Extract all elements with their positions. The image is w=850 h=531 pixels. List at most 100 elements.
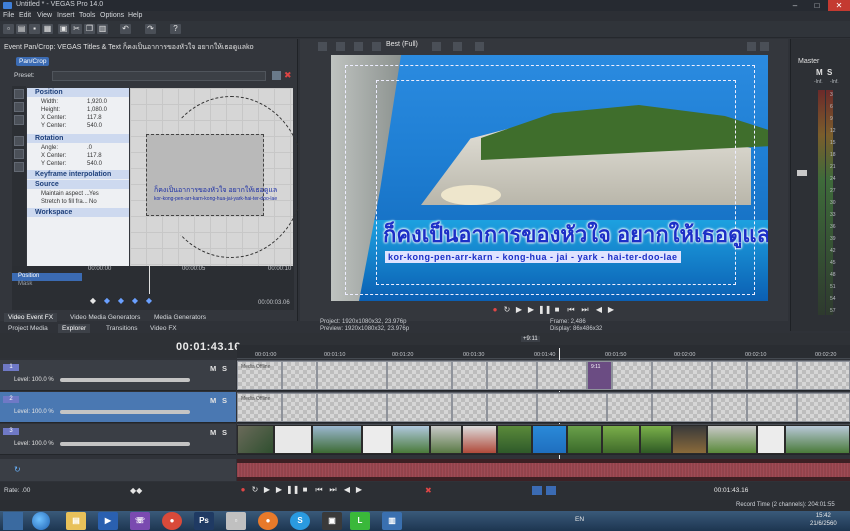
track-header-3[interactable]: 3 Level: 100.0 % M S [0, 424, 236, 455]
tab-video-media-generators[interactable]: Video Media Generators [66, 313, 144, 322]
prop-value[interactable]: 540.0 [87, 160, 102, 168]
snap-grid-icon[interactable] [14, 136, 24, 146]
prop-stretch[interactable]: Stretch to fill fra... No [27, 198, 129, 206]
prop-value[interactable]: 117.8 [87, 152, 102, 160]
go-end-icon[interactable]: ⏭ [580, 305, 590, 314]
zoom-tool-icon[interactable] [14, 115, 24, 125]
timeline-clip[interactable] [652, 361, 712, 390]
save-preset-icon[interactable] [272, 71, 281, 80]
timeline-clip[interactable] [537, 361, 587, 390]
app-icon-3[interactable]: ▥ [382, 512, 402, 530]
tab-project-media[interactable]: Project Media [4, 324, 52, 333]
track-level-slider[interactable] [60, 442, 190, 446]
photo-clip[interactable] [707, 425, 757, 454]
paste-icon[interactable]: ▥ [97, 24, 108, 34]
open-icon[interactable]: ▤ [16, 24, 27, 34]
timeline-clip-selected[interactable]: 9:11 [587, 361, 612, 390]
timeline-ruler[interactable]: 00:01:00 00:01:10 00:01:20 00:01:30 00:0… [237, 345, 850, 359]
photo-clip[interactable] [392, 425, 430, 454]
show-desktop-icon[interactable] [3, 512, 23, 530]
auto-ripple-icon[interactable] [546, 486, 556, 495]
timeline-clip[interactable]: Media Offline [237, 361, 282, 390]
prop-value[interactable]: 540.0 [87, 122, 102, 130]
timeline-clip[interactable] [652, 393, 712, 422]
menu-options[interactable]: Options [100, 12, 124, 19]
menu-help[interactable]: Help [128, 12, 142, 19]
photoshop-icon[interactable]: Ps [194, 512, 214, 530]
timeline-clip[interactable] [487, 361, 537, 390]
section-position[interactable]: Position [27, 88, 129, 97]
track-mute-button[interactable]: M [210, 396, 216, 405]
master-fader[interactable] [797, 170, 807, 176]
timeline-clip[interactable] [452, 393, 487, 422]
track-area-2[interactable]: Media Offline [237, 392, 850, 423]
tab-explorer[interactable]: Explorer [58, 324, 91, 333]
timeline-clip[interactable] [747, 393, 797, 422]
section-source[interactable]: Source [27, 180, 129, 189]
render-icon[interactable]: ▣ [58, 24, 69, 34]
keyframe-timeline[interactable]: Position Mask 00:00:00 00:00:05 00:00:10… [12, 266, 294, 310]
undo-icon[interactable]: ↶ [120, 24, 131, 34]
timeline-clip[interactable] [607, 393, 652, 422]
prop-value[interactable]: No [89, 198, 97, 206]
prop-width[interactable]: Width: 1,920.0 [27, 98, 129, 106]
tab-transitions[interactable]: Transitions [102, 324, 142, 333]
timeline-clip[interactable] [537, 393, 607, 422]
help-icon[interactable]: ? [170, 24, 181, 34]
timeline-clip[interactable] [612, 361, 652, 390]
timeline-clip[interactable] [282, 393, 317, 422]
timeline-clip[interactable] [747, 361, 797, 390]
timeline-clip[interactable] [452, 361, 487, 390]
menu-file[interactable]: File [3, 12, 14, 19]
timeline-clip[interactable] [387, 393, 452, 422]
track-level-slider[interactable] [60, 410, 190, 414]
prop-value[interactable]: Yes [89, 190, 99, 198]
play-from-start-icon[interactable]: ▶ [514, 305, 524, 314]
tab-pan-crop[interactable]: Pan/Crop [16, 57, 50, 66]
loop-icon[interactable]: ↻ [502, 305, 512, 314]
save-icon[interactable]: ▪ [29, 24, 40, 34]
photo-clip[interactable] [312, 425, 362, 454]
photo-clip[interactable] [532, 425, 567, 454]
track-mute-button[interactable]: M [210, 364, 216, 373]
lock-aspect-icon[interactable] [14, 149, 24, 159]
tl-go-start-icon[interactable]: ⏮ [314, 485, 324, 494]
delete-preset-icon[interactable]: ✖ [284, 71, 293, 80]
copy-icon[interactable]: ❐ [84, 24, 95, 34]
section-rotation[interactable]: Rotation [27, 134, 129, 143]
save-snapshot-icon[interactable] [760, 42, 769, 51]
track-header-2[interactable]: 2 Level: 100.0 % M S [0, 392, 236, 423]
timeline-clip[interactable] [317, 393, 387, 422]
system-clock[interactable]: 15:42 21/6/2560 [810, 512, 837, 528]
play-icon[interactable]: ▶ [526, 305, 536, 314]
prop-height[interactable]: Height: 1,080.0 [27, 106, 129, 114]
overlays-icon[interactable] [453, 42, 462, 51]
arrow-tool-icon[interactable] [14, 102, 24, 112]
audio-track-header[interactable]: ↻ [0, 459, 236, 481]
timeline-clip[interactable] [487, 393, 537, 422]
record-icon[interactable]: ● [490, 305, 500, 314]
photo-clip[interactable] [785, 425, 850, 454]
delete-icon[interactable]: ✖ [425, 486, 435, 495]
track-solo-button[interactable]: S [222, 364, 227, 373]
preset-select[interactable] [52, 71, 266, 81]
file-explorer-icon[interactable]: ▤ [66, 512, 86, 530]
preview-fx-icon[interactable] [336, 42, 345, 51]
master-mute-button[interactable]: M [816, 68, 823, 77]
new-icon[interactable]: ▫ [3, 24, 14, 34]
prop-rot-x-center[interactable]: X Center: 117.8 [27, 152, 129, 160]
tl-prev-frame-icon[interactable]: ◀ [342, 485, 352, 494]
settings-icon[interactable] [14, 89, 24, 99]
prop-y-center[interactable]: Y Center: 540.0 [27, 122, 129, 130]
language-indicator[interactable]: EN [575, 516, 584, 523]
kf-add-icon[interactable]: ◆ [116, 296, 126, 305]
copy-snapshot-icon[interactable] [747, 42, 756, 51]
photo-clip[interactable] [672, 425, 707, 454]
prop-value[interactable]: 1,920.0 [87, 98, 107, 106]
section-keyframe-interpolation[interactable]: Keyframe interpolation [27, 170, 129, 179]
menu-edit[interactable]: Edit [19, 12, 31, 19]
scale-center-icon[interactable] [14, 162, 24, 172]
vegas-taskbar-icon[interactable]: ▶ [98, 512, 118, 530]
shuttle-icon[interactable]: ◆◆ [130, 486, 142, 495]
tl-next-frame-icon[interactable]: ▶ [354, 485, 364, 494]
